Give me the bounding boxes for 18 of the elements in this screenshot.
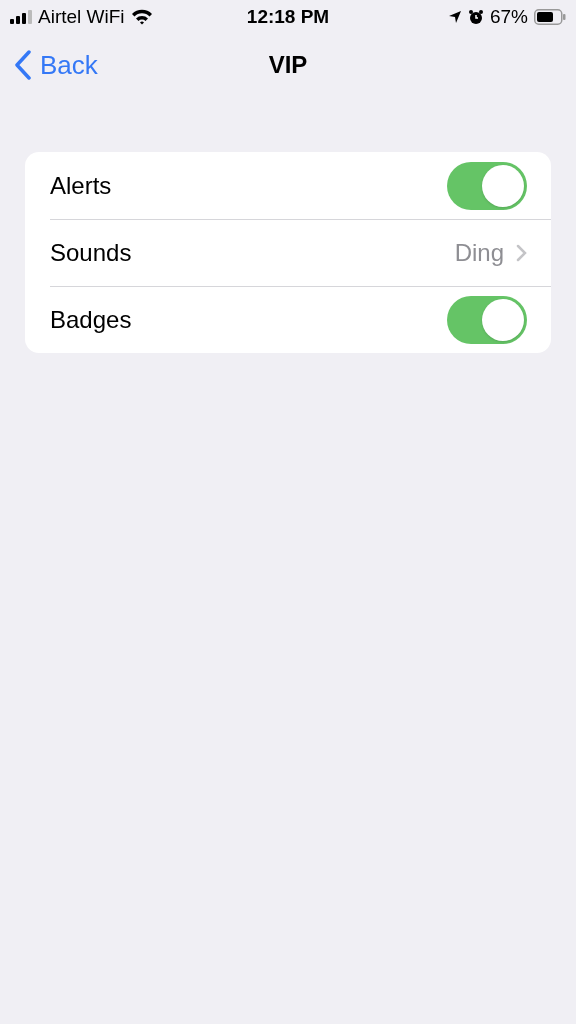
- signal-icon: [10, 10, 32, 24]
- toggle-switch[interactable]: [447, 161, 527, 210]
- chevron-left-icon: [14, 50, 32, 80]
- battery-percent: 67%: [489, 4, 528, 29]
- setting-label: Badges: [50, 305, 132, 335]
- clock-time: 12:18 PM: [246, 4, 330, 29]
- alarm-clock-icon: [467, 9, 484, 25]
- back-button[interactable]: Back: [0, 45, 98, 85]
- chevron-right-icon[interactable]: [516, 244, 527, 262]
- location-arrow-icon: [447, 10, 462, 24]
- carrier-name: Airtel WiFi: [38, 4, 125, 29]
- wifi-icon: [130, 9, 153, 25]
- battery-icon: [534, 9, 566, 25]
- page-title: VIP: [268, 50, 308, 80]
- setting-value: Ding: [454, 238, 504, 268]
- setting-label: Sounds: [50, 238, 132, 268]
- toggle-switch[interactable]: [447, 296, 527, 344]
- setting-label: Alerts: [50, 170, 112, 201]
